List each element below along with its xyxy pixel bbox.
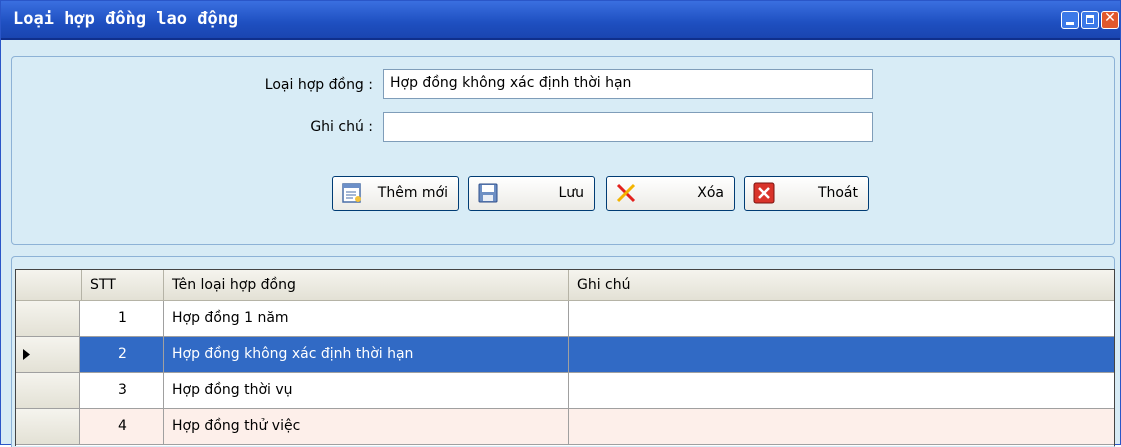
table-row[interactable]: 1 Hợp đồng 1 năm (16, 301, 1114, 337)
cell-note (569, 301, 1114, 336)
cell-stt: 2 (82, 337, 164, 372)
row-header[interactable] (16, 409, 80, 444)
column-header-stt[interactable]: STT (82, 270, 164, 300)
note-label: Ghi chú : (310, 119, 373, 135)
save-label: Lưu (558, 185, 584, 201)
add-new-button[interactable]: Thêm mới (332, 176, 459, 211)
cell-name: Hợp đồng 1 năm (164, 301, 569, 336)
maximize-button[interactable] (1081, 11, 1099, 29)
exit-label: Thoát (817, 185, 858, 201)
cell-name: Hợp đồng thời vụ (164, 373, 569, 408)
window-title: Loại hợp đồng lao động (13, 9, 239, 29)
maximize-icon (1086, 15, 1094, 24)
minimize-icon (1066, 22, 1074, 25)
cell-note (569, 409, 1114, 444)
table-row[interactable]: 3 Hợp đồng thời vụ (16, 373, 1114, 409)
delete-label: Xóa (697, 185, 724, 201)
close-icon: ✕ (1104, 10, 1116, 26)
new-document-icon (342, 183, 361, 203)
contract-type-grid: STT Tên loại hợp đồng Ghi chú 1 Hợp đồng… (15, 269, 1115, 446)
column-header-name[interactable]: Tên loại hợp đồng (164, 270, 569, 300)
cell-name: Hợp đồng thử việc (164, 409, 569, 444)
contract-type-window: Loại hợp đồng lao động ✕ Loại hợp đồng :… (0, 0, 1121, 447)
delete-button[interactable]: Xóa (606, 176, 735, 211)
table-row-selected[interactable]: 2 Hợp đồng không xác định thời hạn (16, 337, 1114, 373)
cell-stt: 3 (82, 373, 164, 408)
contract-type-input[interactable]: Hợp đồng không xác định thời hạn (383, 69, 873, 99)
row-header[interactable] (16, 373, 80, 408)
grid-header: STT Tên loại hợp đồng Ghi chú (16, 270, 1114, 301)
grid-corner (16, 270, 82, 300)
close-button[interactable]: ✕ (1101, 10, 1119, 29)
cell-name: Hợp đồng không xác định thời hạn (164, 337, 569, 372)
exit-button[interactable]: Thoát (744, 176, 869, 211)
column-header-note[interactable]: Ghi chú (569, 270, 1114, 300)
current-row-arrow-icon (23, 349, 30, 360)
minimize-button[interactable] (1061, 11, 1079, 29)
title-bar[interactable]: Loại hợp đồng lao động ✕ (1, 1, 1120, 40)
note-input[interactable] (383, 112, 873, 142)
cell-stt: 4 (82, 409, 164, 444)
exit-icon (753, 182, 775, 204)
delete-x-icon (616, 183, 636, 203)
add-new-label: Thêm mới (377, 185, 448, 201)
cell-note (569, 373, 1114, 408)
row-header[interactable] (16, 301, 80, 336)
table-row[interactable]: 4 Hợp đồng thử việc (16, 409, 1114, 445)
cell-note (569, 337, 1114, 372)
save-button[interactable]: Lưu (468, 176, 595, 211)
contract-type-label: Loại hợp đồng : (264, 77, 373, 93)
cell-stt: 1 (82, 301, 164, 336)
row-header[interactable] (16, 337, 80, 372)
save-disk-icon (478, 183, 498, 203)
